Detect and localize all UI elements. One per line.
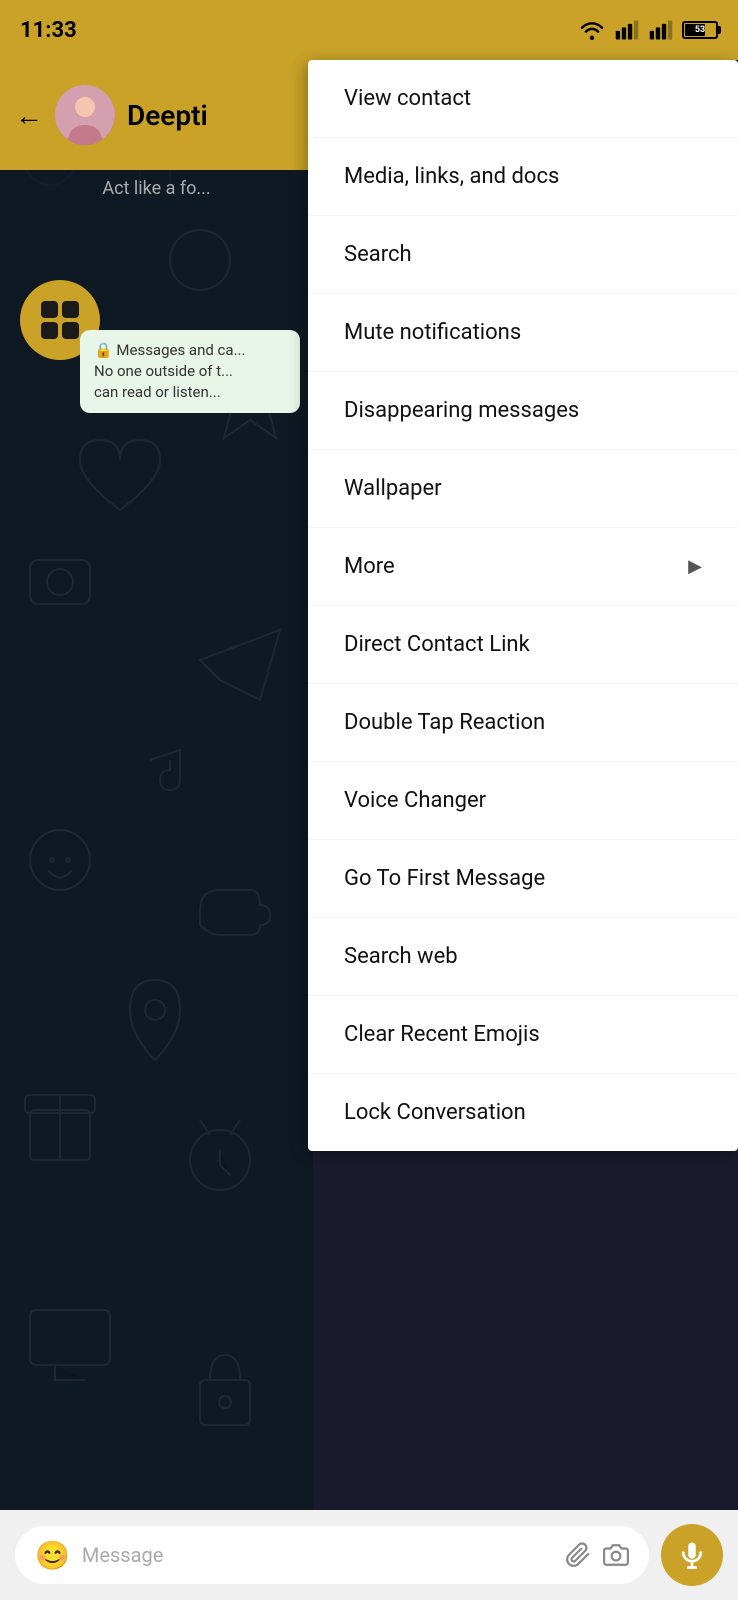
status-icons: 53	[578, 20, 718, 40]
back-button[interactable]: ←	[15, 99, 43, 132]
menu-item-label-view-contact: View contact	[344, 86, 471, 111]
menu-item-label-more: More	[344, 554, 395, 579]
icon-cell-2	[62, 301, 79, 318]
menu-item-disappearing-messages[interactable]: Disappearing messages	[308, 372, 738, 450]
menu-item-go-to-first-message[interactable]: Go To First Message	[308, 840, 738, 918]
menu-item-label-go-to-first-message: Go To First Message	[344, 866, 545, 891]
icon-cell-1	[41, 301, 58, 318]
signal-icon-2	[648, 20, 674, 40]
menu-item-lock-conversation[interactable]: Lock Conversation	[308, 1074, 738, 1151]
battery-level: 53	[695, 25, 705, 35]
emoji-button[interactable]: 😊	[35, 1539, 70, 1572]
menu-item-label-disappearing-messages: Disappearing messages	[344, 398, 579, 423]
menu-item-label-double-tap-reaction: Double Tap Reaction	[344, 710, 545, 735]
encryption-text: 🔒 Messages and ca... No one outside of t…	[94, 341, 245, 401]
menu-item-direct-contact-link[interactable]: Direct Contact Link	[308, 606, 738, 684]
menu-item-wallpaper[interactable]: Wallpaper	[308, 450, 738, 528]
input-bar: 😊 Message	[0, 1510, 738, 1600]
menu-item-view-contact[interactable]: View contact	[308, 60, 738, 138]
menu-item-search-web[interactable]: Search web	[308, 918, 738, 996]
sub-header-bar: Act like a fo...	[0, 170, 313, 207]
chat-header: ← Deepti	[0, 60, 313, 170]
mic-icon	[677, 1540, 707, 1570]
menu-item-label-media-links-docs: Media, links, and docs	[344, 164, 559, 189]
mic-button[interactable]	[661, 1524, 723, 1586]
menu-item-label-mute-notifications: Mute notifications	[344, 320, 521, 345]
chevron-right-icon: ▶	[688, 556, 702, 577]
status-time: 11:33	[20, 18, 77, 43]
chat-background: Act like a fo... 🔒 Messages and ca... No…	[0, 60, 313, 1540]
menu-item-label-clear-recent-emojis: Clear Recent Emojis	[344, 1022, 540, 1047]
encryption-bubble: 🔒 Messages and ca... No one outside of t…	[80, 330, 300, 413]
menu-item-search[interactable]: Search	[308, 216, 738, 294]
menu-item-media-links-docs[interactable]: Media, links, and docs	[308, 138, 738, 216]
message-placeholder: Message	[82, 1543, 553, 1567]
avatar[interactable]	[55, 85, 115, 145]
sub-header-text: Act like a fo...	[102, 178, 210, 199]
menu-item-clear-recent-emojis[interactable]: Clear Recent Emojis	[308, 996, 738, 1074]
menu-item-mute-notifications[interactable]: Mute notifications	[308, 294, 738, 372]
battery-icon: 53	[682, 21, 718, 39]
menu-item-label-lock-conversation: Lock Conversation	[344, 1100, 526, 1125]
icon-cell-4	[62, 322, 79, 339]
menu-item-label-search-web: Search web	[344, 944, 458, 969]
signal-icon-1	[614, 20, 640, 40]
icon-grid	[41, 301, 79, 339]
menu-item-label-search: Search	[344, 242, 412, 267]
attachment-icon[interactable]	[565, 1542, 591, 1568]
menu-item-more[interactable]: More ▶	[308, 528, 738, 606]
dropdown-menu: View contact Media, links, and docs Search…	[308, 60, 738, 1151]
status-bar: 11:33 53	[0, 0, 738, 60]
camera-icon[interactable]	[603, 1542, 629, 1568]
menu-item-label-wallpaper: Wallpaper	[344, 476, 442, 501]
menu-item-voice-changer[interactable]: Voice Changer	[308, 762, 738, 840]
wifi-icon	[578, 20, 606, 40]
menu-item-label-direct-contact-link: Direct Contact Link	[344, 632, 530, 657]
avatar-image	[55, 85, 115, 145]
menu-item-double-tap-reaction[interactable]: Double Tap Reaction	[308, 684, 738, 762]
icon-cell-3	[41, 322, 58, 339]
message-input-field[interactable]: 😊 Message	[15, 1526, 649, 1584]
menu-item-label-voice-changer: Voice Changer	[344, 788, 486, 813]
contact-name[interactable]: Deepti	[127, 99, 208, 132]
